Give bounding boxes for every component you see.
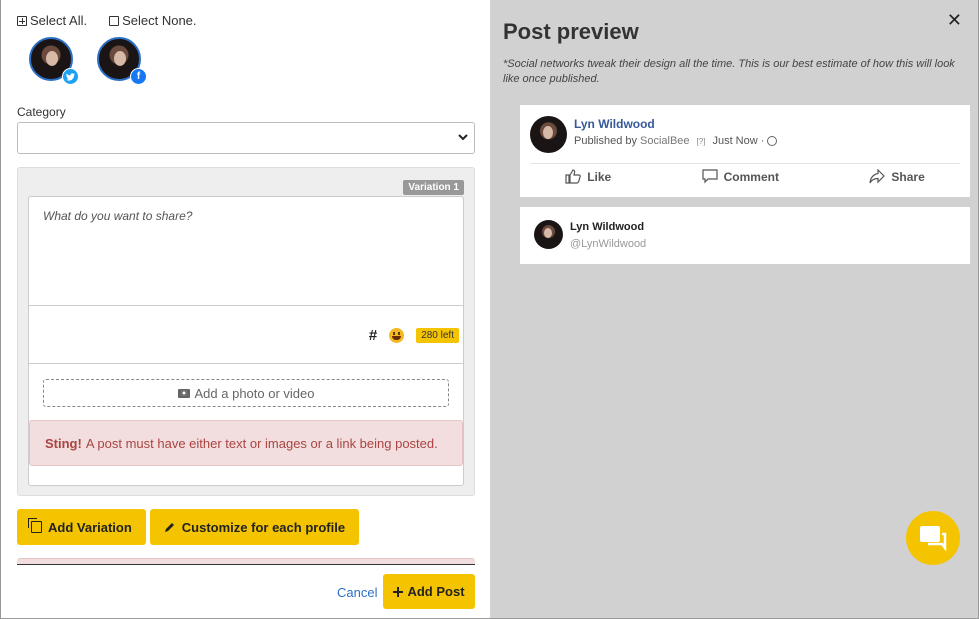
published-by-label: Published by [574,135,637,147]
customize-profiles-button[interactable]: Customize for each profile [149,509,360,545]
post-preview-panel: ✕ Post preview *Social networks tweak th… [490,0,979,619]
fb-post-meta: Published by SocialBee [?] Just Now · [574,135,778,147]
customize-label: Customize for each profile [181,519,346,535]
category-label: Category [17,105,66,119]
publisher-name: SocialBee [640,135,690,147]
add-post-label: Add Post [407,584,465,599]
close-icon[interactable]: ✕ [947,10,962,31]
post-editor: What do you want to share? # 280 left Ad… [28,196,464,486]
add-post-button[interactable]: Add Post [383,574,475,609]
select-all-button[interactable]: Select All. [17,13,87,28]
post-time: Just Now · [712,135,765,147]
alert-message: A post must have either text or images o… [85,435,438,451]
twitter-icon [62,68,79,85]
add-variation-button[interactable]: Add Variation [17,509,146,545]
help-tooltip-icon[interactable]: [?] [697,137,706,146]
empty-square-icon [109,15,120,26]
editor-toolbar: # 280 left [369,327,459,344]
post-editor-panel: Select All. Select None. f Category Vari… [0,0,490,619]
char-counter-badge: 280 left [416,328,459,343]
post-text-input[interactable]: What do you want to share? [43,209,192,223]
share-icon [869,169,886,184]
add-variation-label: Add Variation [48,519,132,535]
validation-alert: Sting! A post must have either text or i… [29,420,463,466]
camera-icon [177,388,190,398]
divider [29,305,463,306]
share-button[interactable]: Share [869,169,925,184]
variation-card: Variation 1 What do you want to share? #… [17,167,475,496]
comment-icon [702,169,718,184]
share-label: Share [891,169,925,184]
hashtag-icon[interactable]: # [369,327,377,344]
plus-square-icon [17,15,27,26]
comment-label: Comment [723,169,779,184]
chat-icon [920,526,947,551]
profile-selection-controls: Select All. Select None. [17,13,197,28]
divider [530,163,960,164]
variation-tag[interactable]: Variation 1 [403,180,464,195]
profile-twitter[interactable] [29,37,79,85]
add-media-button[interactable]: Add a photo or video [43,379,449,407]
chevron-down-icon [458,134,468,141]
divider [29,363,463,364]
tw-handle: @LynWildwood [570,238,647,250]
alert-strip [17,558,475,565]
comment-button[interactable]: Comment [702,169,779,184]
profile-avatars: f [29,37,147,85]
preview-title: Post preview [503,19,639,44]
select-all-label: Select All. [30,13,88,28]
plus-icon [393,586,404,597]
copy-icon [28,518,42,533]
fb-profile-name[interactable]: Lyn Wildwood [574,117,655,131]
twitter-preview-card: Lyn Wildwood @LynWildwood [520,207,970,264]
avatar [530,116,567,153]
preview-disclaimer: *Social networks tweak their design all … [503,58,955,85]
pencil-icon [164,523,174,532]
globe-icon [767,136,778,146]
tw-profile-name: Lyn Wildwood [570,221,645,233]
fb-action-bar: Like Comment Share [520,169,970,184]
add-media-label: Add a photo or video [194,385,315,401]
alert-title: Sting! [45,435,82,451]
select-none-label: Select None. [122,13,197,28]
cancel-link[interactable]: Cancel [337,585,377,600]
facebook-preview-card: Lyn Wildwood Published by SocialBee [?] … [520,105,970,197]
variation-actions: Add Variation Customize for each profile [17,509,360,545]
thumbs-up-icon [565,169,581,184]
chat-widget-button[interactable] [906,511,960,565]
facebook-icon: f [130,68,147,85]
profile-facebook[interactable]: f [97,37,147,85]
avatar [534,220,563,249]
like-label: Like [587,169,612,184]
select-none-button[interactable]: Select None. [109,13,197,28]
like-button[interactable]: Like [565,169,611,184]
emoji-icon[interactable] [389,328,405,343]
category-select[interactable] [17,122,475,154]
